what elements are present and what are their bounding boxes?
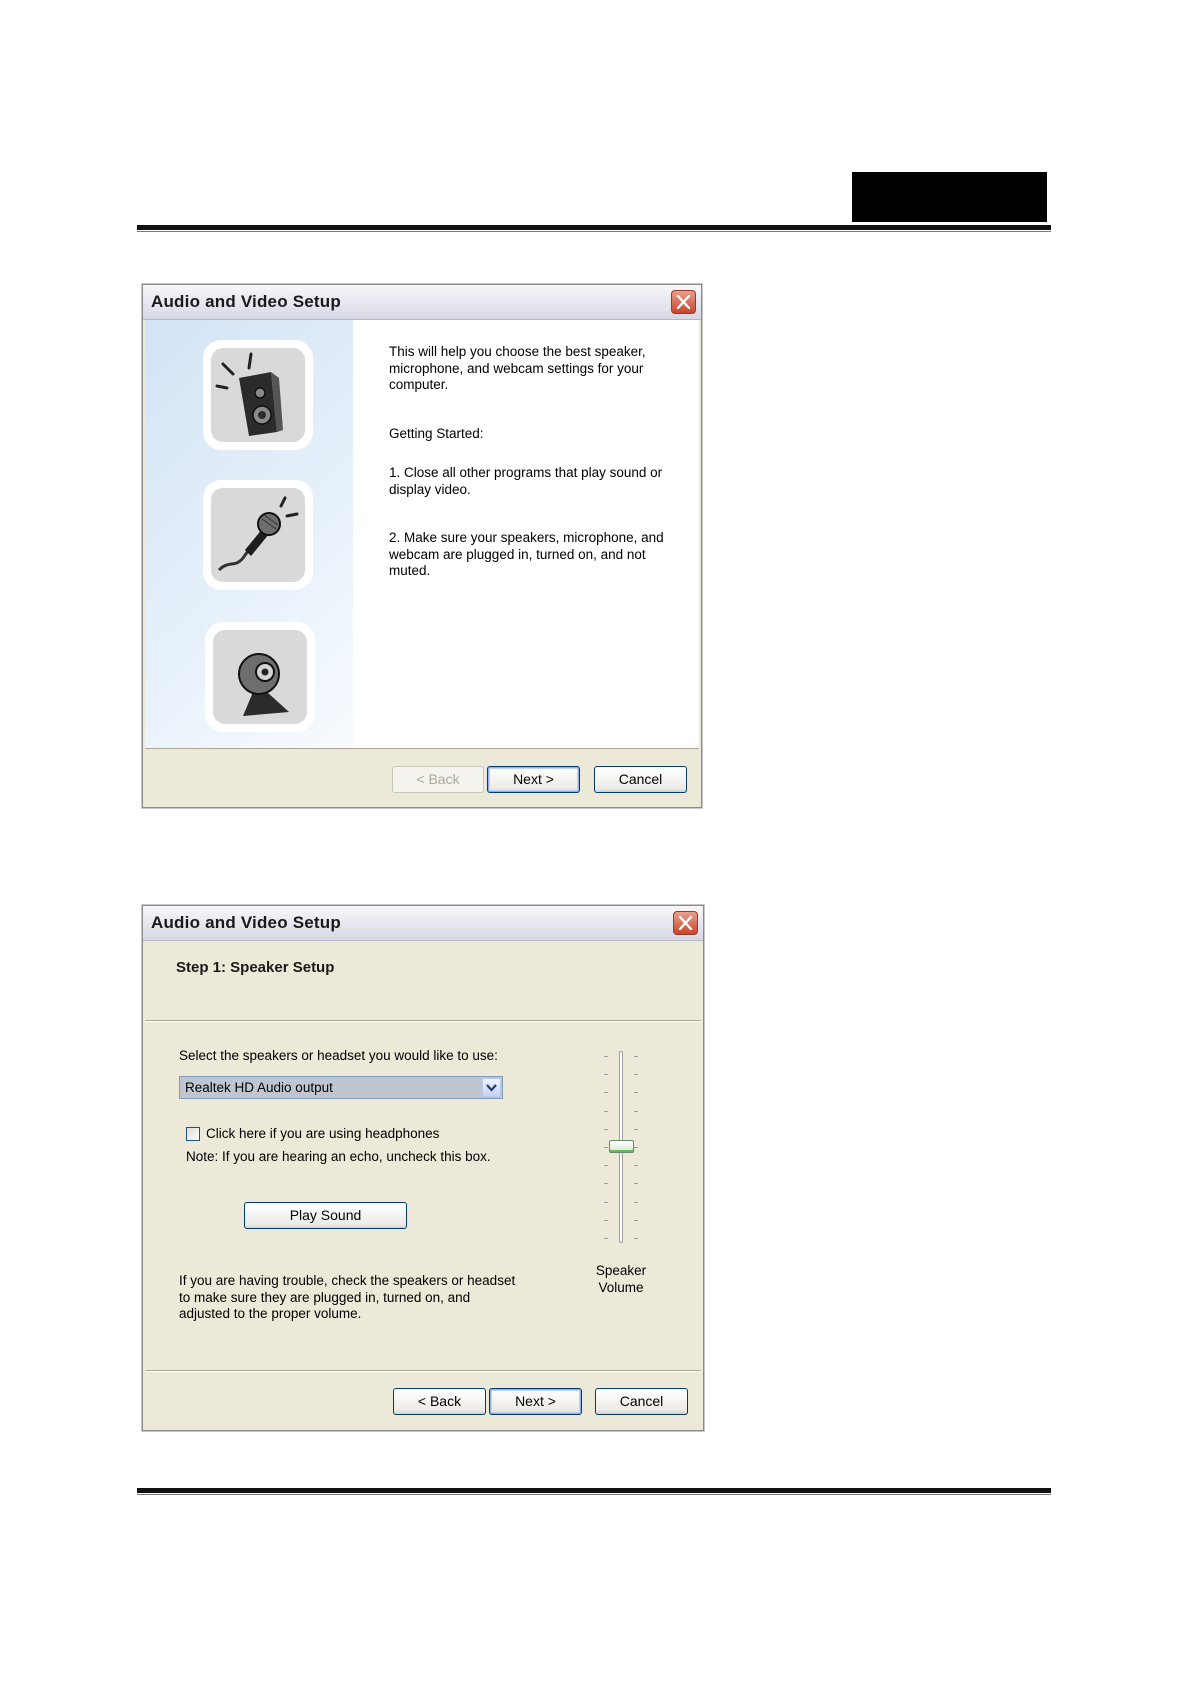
microphone-tile [203,480,313,590]
echo-note: Note: If you are hearing an echo, unchec… [186,1149,491,1164]
footer-rule-thin [137,1494,1051,1495]
play-sound-button[interactable]: Play Sound [244,1202,407,1229]
microphone-icon [217,496,299,572]
header-tab-block [852,172,1047,222]
volume-tick [634,1092,638,1093]
volume-tick [634,1129,638,1130]
dialog-title: Audio and Video Setup [151,913,341,932]
close-icon [678,916,693,930]
volume-tick [604,1074,608,1075]
back-button[interactable]: < Back [393,1388,486,1415]
close-icon [676,295,691,309]
chevron-down-icon [486,1084,497,1092]
instruction-step-2: 2. Make sure your speakers, microphone, … [389,530,664,578]
footer-rule [137,1488,1051,1493]
troubleshooting-text: If you are having trouble, check the spe… [179,1273,516,1321]
close-button[interactable] [671,290,696,314]
cancel-button[interactable]: Cancel [595,1388,688,1415]
headphones-label[interactable]: Click here if you are using headphones [206,1126,439,1143]
volume-tick [604,1129,608,1130]
intro-text: This will help you choose the best speak… [389,344,646,392]
speaker-setup-dialog: Audio and Video Setup Step 1: Speaker Se… [142,905,704,1431]
volume-tick [604,1111,608,1112]
volume-tick [604,1147,608,1148]
volume-tick [604,1092,608,1093]
speaker-icon [215,352,283,436]
volume-tick [634,1220,638,1221]
volume-tick [634,1147,638,1148]
header-rule [137,225,1051,230]
speaker-tile [203,340,313,450]
device-icons-panel [145,320,353,748]
footer-divider [145,1370,701,1371]
volume-tick [604,1165,608,1166]
step-title: Step 1: Speaker Setup [176,959,335,976]
back-button[interactable]: < Back [392,766,484,793]
volume-tick [634,1165,638,1166]
volume-tick [634,1183,638,1184]
volume-tick [634,1238,638,1239]
next-button[interactable]: Next > [487,766,580,793]
step-header: Step 1: Speaker Setup [145,941,701,1021]
cancel-button[interactable]: Cancel [594,766,687,793]
speaker-device-value: Realtek HD Audio output [185,1080,333,1095]
next-button[interactable]: Next > [489,1388,582,1415]
header-rule-thin [137,231,1051,232]
title-bar: Audio and Video Setup [143,906,703,941]
volume-tick [604,1183,608,1184]
dialog-title: Audio and Video Setup [151,292,341,311]
instruction-step-1: 1. Close all other programs that play so… [389,465,663,497]
volume-tick [634,1074,638,1075]
title-bar: Audio and Video Setup [143,285,701,320]
dropdown-arrow-button[interactable] [482,1078,501,1097]
volume-slider-thumb[interactable] [609,1140,634,1153]
getting-started-heading: Getting Started: [389,426,484,441]
volume-tick [634,1056,638,1057]
speaker-select-label: Select the speakers or headset you would… [179,1048,498,1063]
volume-tick [634,1202,638,1203]
volume-tick [604,1238,608,1239]
welcome-content: This will help you choose the best speak… [145,320,699,749]
speaker-volume-label: Speaker Volume [595,1263,647,1295]
headphones-checkbox[interactable] [186,1127,200,1141]
webcam-tile [205,622,315,732]
close-button[interactable] [673,911,698,935]
volume-tick [604,1202,608,1203]
volume-tick [604,1220,608,1221]
volume-tick [604,1056,608,1057]
webcam-icon [238,653,289,716]
speaker-device-select[interactable]: Realtek HD Audio output [179,1076,503,1099]
audio-video-setup-welcome-dialog: Audio and Video Setup This will help you… [142,284,702,808]
volume-tick [634,1111,638,1112]
